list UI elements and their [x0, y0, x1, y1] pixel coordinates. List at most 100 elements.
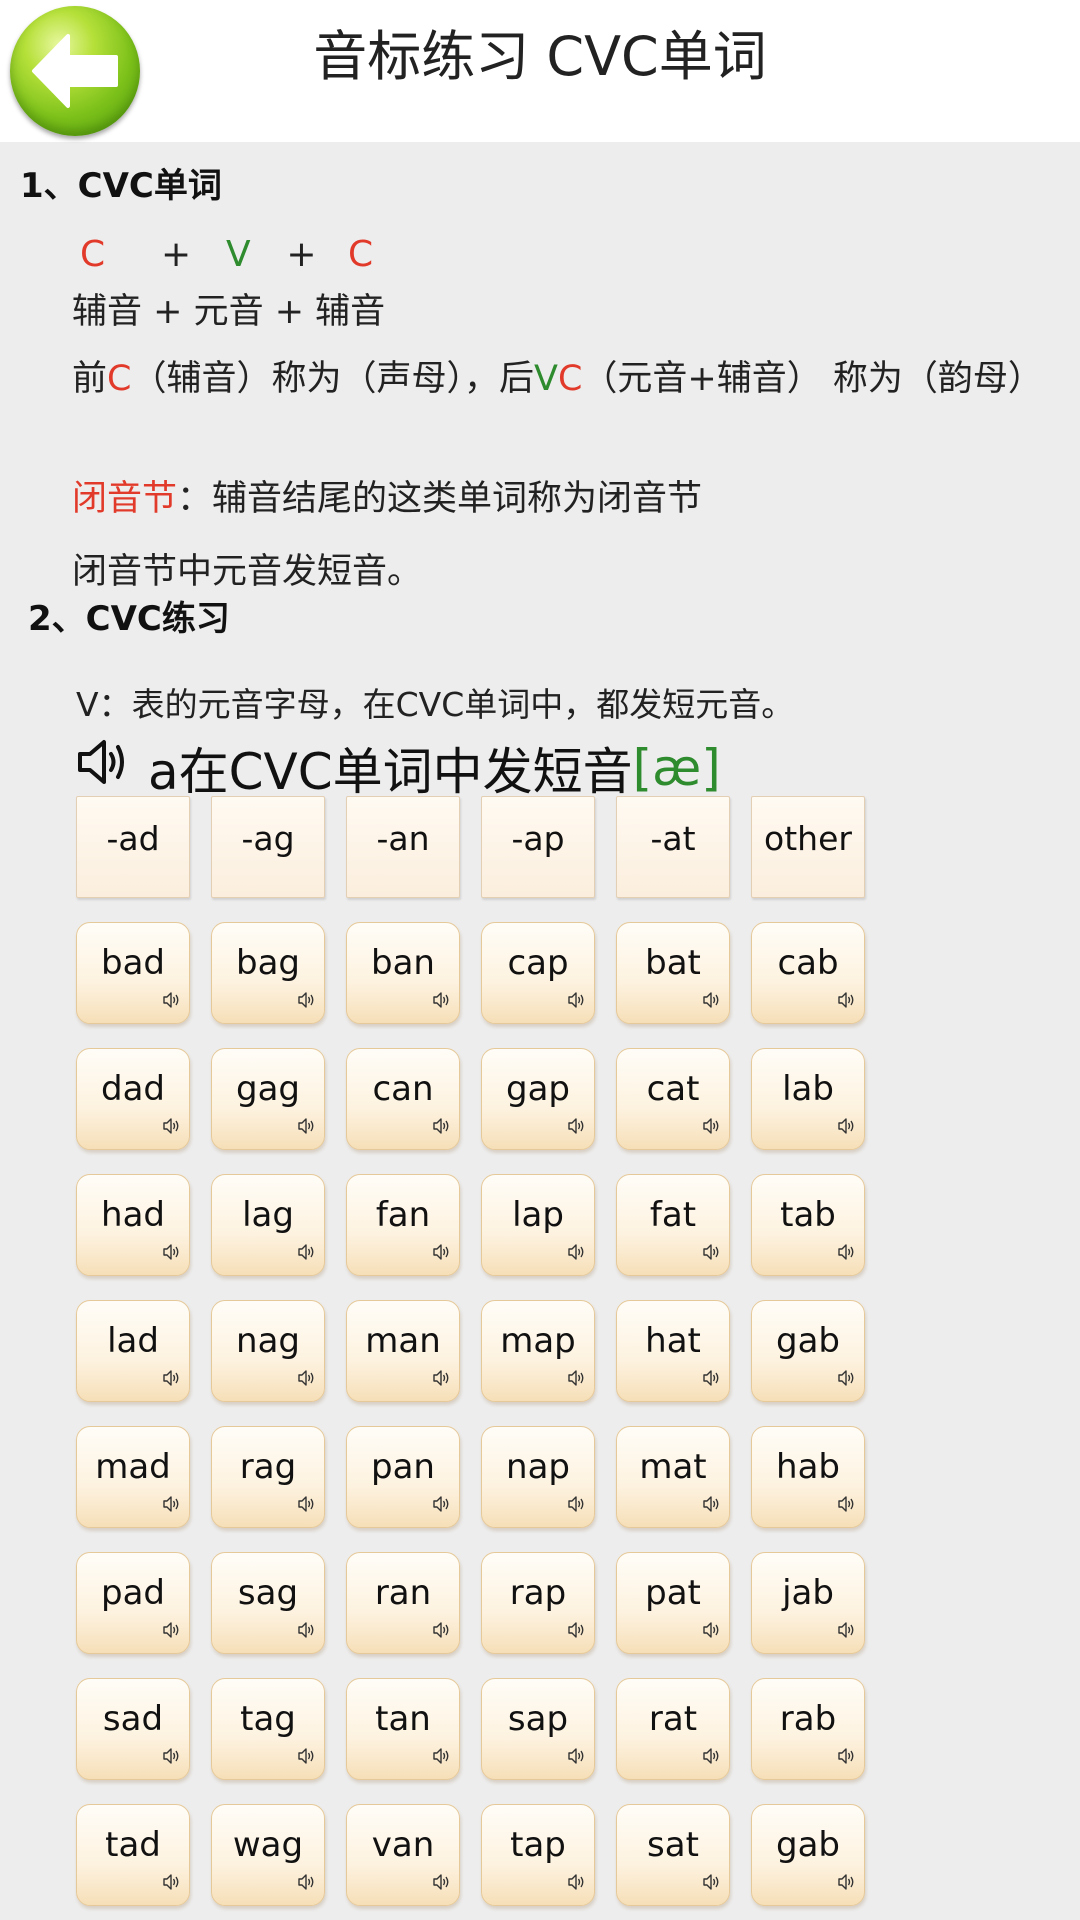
word-button[interactable]: tan — [346, 1678, 460, 1780]
line1-c: C — [107, 359, 132, 399]
word-button[interactable]: sag — [211, 1552, 325, 1654]
speaker-icon — [163, 1229, 181, 1269]
word-button[interactable]: fan — [346, 1174, 460, 1276]
word-button[interactable]: bag — [211, 922, 325, 1024]
speaker-icon — [703, 1607, 721, 1647]
word-button[interactable]: ran — [346, 1552, 460, 1654]
word-button[interactable]: sad — [76, 1678, 190, 1780]
word-label: van — [371, 1825, 435, 1865]
word-label: gag — [236, 1069, 300, 1109]
word-button[interactable]: lad — [76, 1300, 190, 1402]
word-button[interactable]: rab — [751, 1678, 865, 1780]
word-button[interactable]: van — [346, 1804, 460, 1906]
column-header: -ap — [481, 796, 595, 898]
back-button[interactable] — [10, 6, 140, 136]
word-button[interactable]: cap — [481, 922, 595, 1024]
word-button[interactable]: fat — [616, 1174, 730, 1276]
word-button[interactable]: lap — [481, 1174, 595, 1276]
word-button[interactable]: gab — [751, 1300, 865, 1402]
word-button[interactable]: hat — [616, 1300, 730, 1402]
word-button[interactable]: tad — [76, 1804, 190, 1906]
speaker-icon[interactable] — [76, 737, 130, 799]
word-button[interactable]: hab — [751, 1426, 865, 1528]
speaker-icon — [703, 1355, 721, 1395]
speaker-icon — [838, 1103, 856, 1143]
word-button[interactable]: mat — [616, 1426, 730, 1528]
speaker-icon — [703, 1481, 721, 1521]
word-button[interactable]: sap — [481, 1678, 595, 1780]
word-label: rap — [509, 1573, 567, 1613]
speaker-icon — [703, 1229, 721, 1269]
word-button[interactable]: jab — [751, 1552, 865, 1654]
word-button[interactable]: rap — [481, 1552, 595, 1654]
speaker-icon — [298, 1733, 316, 1773]
formula-v: V — [225, 234, 251, 275]
word-label: ran — [374, 1573, 432, 1613]
word-label: nap — [506, 1447, 570, 1487]
word-button[interactable]: gap — [481, 1048, 595, 1150]
word-label: fat — [649, 1195, 697, 1235]
word-label: sad — [102, 1699, 164, 1739]
speaker-icon — [433, 1481, 451, 1521]
word-button[interactable]: tap — [481, 1804, 595, 1906]
word-button[interactable]: mad — [76, 1426, 190, 1528]
word-label: wag — [232, 1825, 304, 1865]
word-button[interactable]: rat — [616, 1678, 730, 1780]
word-button[interactable]: bat — [616, 922, 730, 1024]
phonetic-symbol: [æ] — [632, 739, 721, 797]
line1-suffix: （元音+辅音） 称为（韵母） — [582, 359, 1043, 399]
word-button[interactable]: can — [346, 1048, 460, 1150]
speaker-icon — [838, 1229, 856, 1269]
speaker-icon — [433, 1103, 451, 1143]
word-button[interactable]: nag — [211, 1300, 325, 1402]
line1-c2: C — [557, 359, 583, 399]
vowel-note: V：表的元音字母，在CVC单词中，都发短元音。 — [76, 685, 795, 724]
closed-syllable-note: 闭音节中元音发短音。 — [72, 552, 423, 592]
word-button[interactable]: dad — [76, 1048, 190, 1150]
word-label: had — [101, 1195, 165, 1235]
word-button[interactable]: pad — [76, 1552, 190, 1654]
word-button[interactable]: gab — [751, 1804, 865, 1906]
speaker-icon — [703, 1103, 721, 1143]
word-button[interactable]: sat — [616, 1804, 730, 1906]
word-label: lag — [242, 1195, 294, 1235]
word-button[interactable]: had — [76, 1174, 190, 1276]
word-button[interactable]: pat — [616, 1552, 730, 1654]
word-button[interactable]: lab — [751, 1048, 865, 1150]
word-label: bad — [101, 943, 165, 983]
word-button[interactable]: ban — [346, 922, 460, 1024]
section1-title: 1、CVC单词 — [20, 166, 222, 206]
speaker-icon — [838, 1733, 856, 1773]
formula-description: 辅音 + 元音 + 辅音 — [72, 292, 386, 332]
word-label: pat — [645, 1573, 701, 1613]
word-label: ban — [371, 943, 435, 983]
word-button[interactable]: tab — [751, 1174, 865, 1276]
word-button[interactable]: tag — [211, 1678, 325, 1780]
word-button[interactable]: gag — [211, 1048, 325, 1150]
word-button[interactable]: bad — [76, 922, 190, 1024]
column-header: other — [751, 796, 865, 898]
word-label: tap — [510, 1825, 566, 1865]
word-button[interactable]: map — [481, 1300, 595, 1402]
speaker-icon — [298, 1481, 316, 1521]
speaker-icon — [568, 1355, 586, 1395]
word-label: fan — [375, 1195, 431, 1235]
word-button[interactable]: cat — [616, 1048, 730, 1150]
word-button[interactable]: cab — [751, 922, 865, 1024]
word-label: mad — [95, 1447, 171, 1487]
cvc-formula: C + V + C — [80, 234, 381, 275]
word-label: hat — [645, 1321, 701, 1361]
line1-prefix: 前 — [72, 359, 108, 399]
word-button[interactable]: nap — [481, 1426, 595, 1528]
word-label: sat — [647, 1825, 699, 1865]
word-button[interactable]: wag — [211, 1804, 325, 1906]
word-label: dad — [101, 1069, 165, 1109]
line1-mid: （辅音）称为（声母），后 — [131, 359, 534, 399]
column-header: -at — [616, 796, 730, 898]
word-button[interactable]: rag — [211, 1426, 325, 1528]
word-button[interactable]: pan — [346, 1426, 460, 1528]
word-button[interactable]: man — [346, 1300, 460, 1402]
word-label: cap — [507, 943, 569, 983]
speaker-icon — [703, 1859, 721, 1899]
word-button[interactable]: lag — [211, 1174, 325, 1276]
